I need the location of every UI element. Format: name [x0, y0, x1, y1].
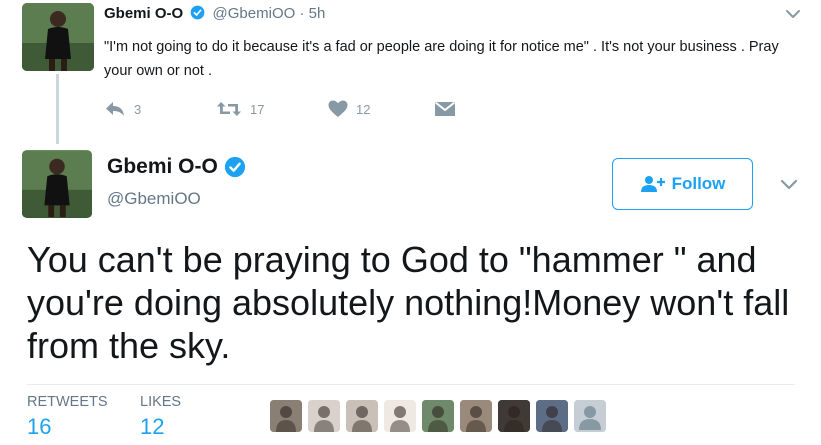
- main-chevron-down-icon[interactable]: [779, 177, 799, 192]
- reply-tweet-header: Gbemi O-O @GbemiOO · 5h: [104, 5, 325, 22]
- liker-avatar-7[interactable]: [498, 400, 530, 432]
- liker-avatar-strip: [270, 400, 612, 432]
- heart-icon: [328, 100, 348, 117]
- follow-button-label: Follow: [671, 174, 726, 193]
- reply-author-handle[interactable]: @GbemiOO: [213, 5, 296, 22]
- main-author-handle[interactable]: @GbemiOO: [107, 189, 201, 209]
- liker-avatar-3[interactable]: [346, 400, 378, 432]
- main-author-name[interactable]: Gbemi O-O: [107, 155, 218, 179]
- stats-divider: [27, 384, 795, 385]
- retweet-button[interactable]: 17: [216, 100, 264, 118]
- likes-label: LIKES: [140, 394, 182, 410]
- reply-tweet-text: "I'm not going to do it because it's a f…: [104, 39, 779, 79]
- reply-author-name[interactable]: Gbemi O-O: [104, 5, 183, 22]
- liker-avatar-8[interactable]: [536, 400, 568, 432]
- retweets-label: RETWEETS: [27, 394, 108, 410]
- reply-chevron-down-icon[interactable]: [784, 7, 802, 21]
- reply-author-avatar[interactable]: [22, 3, 94, 71]
- main-author-name-row: Gbemi O-O: [107, 155, 246, 179]
- verified-badge-icon: [224, 156, 245, 178]
- envelope-icon: [434, 101, 456, 116]
- likes-stat[interactable]: LIKES 12: [140, 394, 181, 440]
- liker-avatar-2[interactable]: [308, 400, 340, 432]
- retweet-count: 17: [250, 101, 265, 117]
- follow-button[interactable]: Follow: [612, 158, 753, 210]
- liker-avatar-5[interactable]: [422, 400, 454, 432]
- reply-count: 3: [134, 101, 142, 117]
- add-user-icon: [640, 176, 665, 192]
- like-button[interactable]: 12: [328, 100, 370, 118]
- like-count: 12: [356, 101, 371, 117]
- retweets-value: 16: [27, 414, 52, 439]
- reply-timestamp[interactable]: 5h: [309, 5, 326, 22]
- reply-separator: ·: [299, 5, 305, 22]
- verified-badge-icon: [190, 5, 205, 20]
- liker-avatar-4[interactable]: [384, 400, 416, 432]
- direct-message-button[interactable]: [434, 100, 456, 118]
- liker-avatar-1[interactable]: [270, 400, 302, 432]
- reply-arrow-icon: [106, 102, 124, 116]
- retweets-stat[interactable]: RETWEETS 16: [27, 394, 108, 440]
- main-tweet-text: You can't be praying to God to "hammer "…: [27, 239, 790, 366]
- thread-connector-line: [56, 74, 59, 144]
- retweet-icon: [217, 102, 241, 116]
- main-author-avatar[interactable]: [22, 150, 92, 218]
- liker-avatar-9[interactable]: [574, 400, 606, 432]
- liker-avatar-6[interactable]: [460, 400, 492, 432]
- likes-value: 12: [140, 414, 165, 439]
- reply-button[interactable]: 3: [104, 100, 141, 118]
